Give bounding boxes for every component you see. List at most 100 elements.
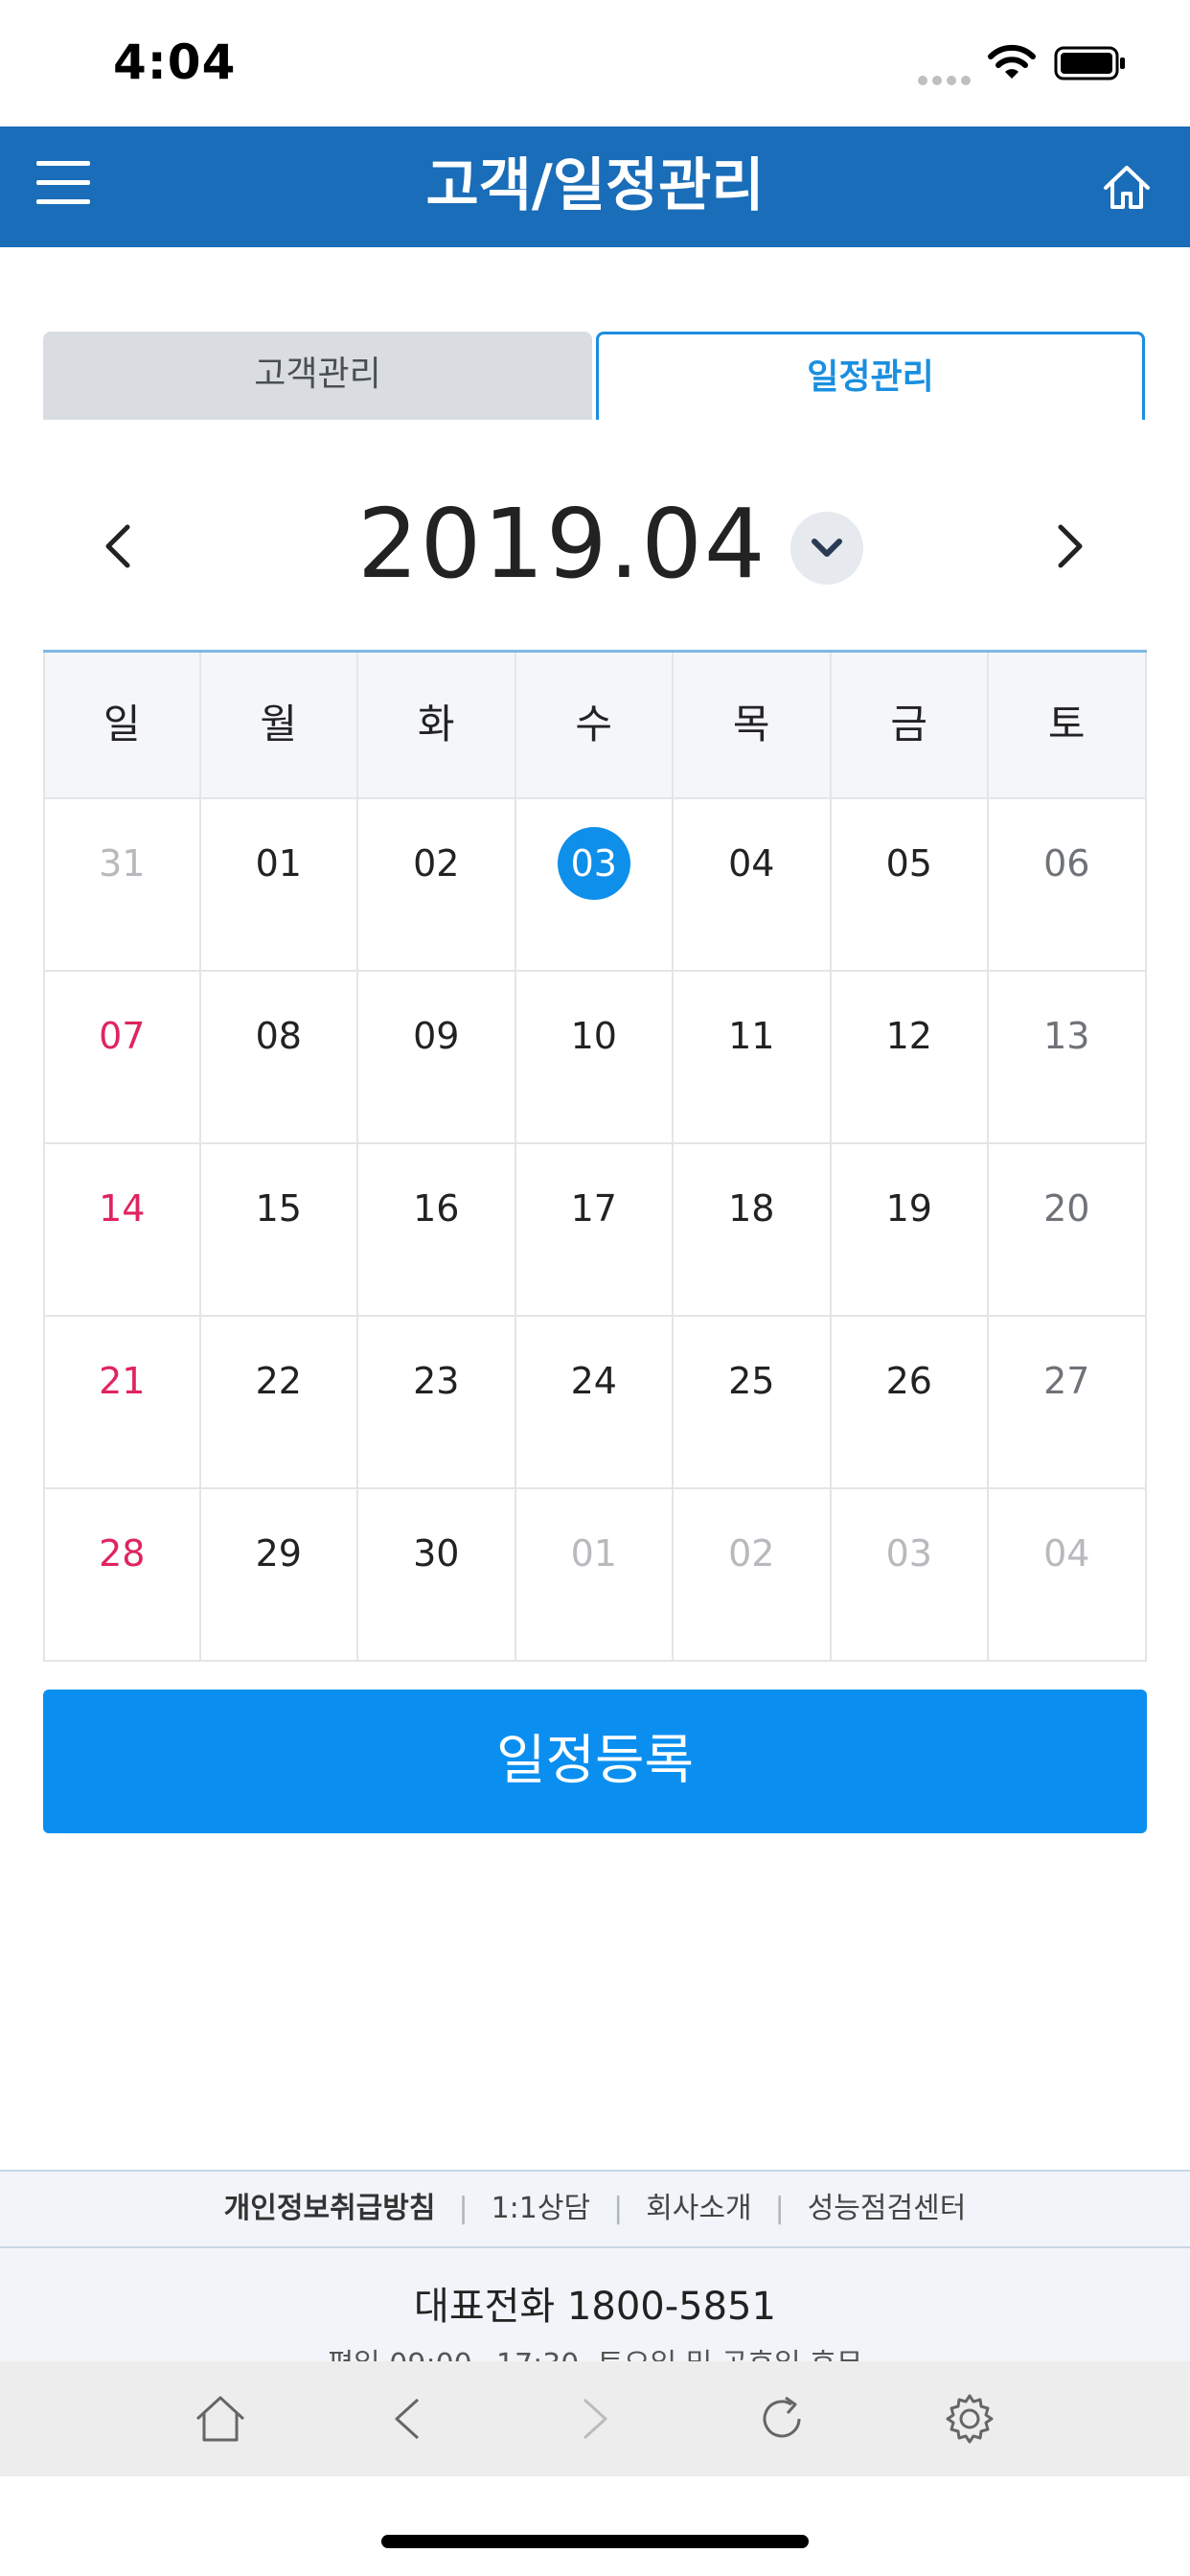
month-navigation: 2019.04: [43, 479, 1145, 613]
calendar-day-cell[interactable]: 25: [674, 1317, 832, 1489]
day-number: 22: [255, 1360, 302, 1402]
day-number: 10: [570, 1015, 617, 1057]
prev-month-chevron-left-icon[interactable]: [91, 518, 149, 575]
calendar-day-cell-today[interactable]: 03: [515, 799, 674, 972]
tab-bar: 고객관리 일정관리: [43, 332, 1145, 420]
day-number: 31: [99, 842, 146, 885]
link-separator: |: [613, 2192, 624, 2225]
month-picker-chevron-down-icon[interactable]: [790, 512, 863, 585]
browser-home-icon[interactable]: [192, 2390, 249, 2448]
calendar-day-cell[interactable]: 08: [200, 972, 358, 1144]
calendar-day-cell[interactable]: 12: [831, 972, 989, 1144]
inspection-center-link[interactable]: 성능점검센터: [808, 2192, 967, 2225]
calendar-day-cell[interactable]: 10: [515, 972, 674, 1144]
calendar-day-cell[interactable]: 04: [674, 799, 832, 972]
weekday-mon: 월: [200, 653, 358, 799]
day-number: 19: [885, 1187, 932, 1230]
weekday-wed: 수: [515, 653, 674, 799]
calendar-day-cell[interactable]: 30: [358, 1489, 516, 1662]
wifi-icon: [988, 44, 1036, 79]
calendar-day-cell[interactable]: 06: [989, 799, 1147, 972]
calendar-day-cell[interactable]: 03: [831, 1489, 989, 1662]
browser-reload-icon[interactable]: [753, 2390, 811, 2448]
home-icon[interactable]: [1098, 159, 1156, 217]
calendar-week-row: 28 29 30 01 02 03 04: [43, 1489, 1147, 1662]
calendar-day-cell[interactable]: 17: [515, 1144, 674, 1317]
calendar-grid: 일 월 화 수 목 금 토 31 01 02 03 04 05 06 07 08…: [43, 650, 1147, 1662]
calendar-day-cell[interactable]: 29: [200, 1489, 358, 1662]
link-separator: |: [458, 2192, 469, 2225]
calendar-day-cell[interactable]: 19: [831, 1144, 989, 1317]
battery-icon: [1054, 46, 1125, 80]
day-number: 03: [885, 1532, 932, 1575]
home-indicator[interactable]: [381, 2535, 809, 2548]
calendar-day-cell[interactable]: 21: [43, 1317, 201, 1489]
cellular-signal-icon: [918, 71, 975, 89]
day-number: 02: [413, 842, 460, 885]
weekday-header-row: 일 월 화 수 목 금 토: [43, 653, 1147, 799]
browser-settings-gear-icon[interactable]: [941, 2390, 998, 2448]
day-number: 23: [413, 1360, 460, 1402]
calendar-day-cell[interactable]: 14: [43, 1144, 201, 1317]
day-number: 05: [885, 842, 932, 885]
status-time: 4:04: [113, 34, 237, 90]
day-number: 17: [570, 1187, 617, 1230]
calendar-day-cell[interactable]: 23: [358, 1317, 516, 1489]
calendar-day-cell[interactable]: 01: [200, 799, 358, 972]
day-number: 16: [413, 1187, 460, 1230]
day-number: 02: [728, 1532, 775, 1575]
consultation-link[interactable]: 1:1상담: [492, 2192, 590, 2225]
calendar-day-cell[interactable]: 13: [989, 972, 1147, 1144]
calendar-week-row: 31 01 02 03 04 05 06: [43, 799, 1147, 972]
day-number: 09: [413, 1015, 460, 1057]
calendar-day-cell[interactable]: 28: [43, 1489, 201, 1662]
weekday-sat: 토: [989, 653, 1147, 799]
calendar-day-cell[interactable]: 11: [674, 972, 832, 1144]
browser-forward-icon[interactable]: [565, 2390, 623, 2448]
status-bar: 4:04: [0, 0, 1190, 126]
calendar-week-row: 14 15 16 17 18 19 20: [43, 1144, 1147, 1317]
day-number: 07: [99, 1015, 146, 1057]
tab-schedule-management[interactable]: 일정관리: [596, 332, 1145, 420]
day-number: 26: [885, 1360, 932, 1402]
month-label: 2019.04: [357, 488, 767, 600]
calendar-day-cell[interactable]: 24: [515, 1317, 674, 1489]
day-number: 20: [1043, 1187, 1090, 1230]
day-number: 13: [1043, 1015, 1090, 1057]
calendar-day-cell[interactable]: 07: [43, 972, 201, 1144]
footer-links: 개인정보취급방침 | 1:1상담 | 회사소개 | 성능점검센터: [0, 2170, 1190, 2248]
calendar-day-cell[interactable]: 18: [674, 1144, 832, 1317]
page-title: 고객/일정관리: [425, 152, 765, 219]
company-intro-link[interactable]: 회사소개: [646, 2192, 751, 2225]
today-marker: 03: [557, 827, 630, 900]
weekday-tue: 화: [358, 653, 516, 799]
calendar-day-cell[interactable]: 04: [989, 1489, 1147, 1662]
calendar-day-cell[interactable]: 09: [358, 972, 516, 1144]
calendar-day-cell[interactable]: 02: [674, 1489, 832, 1662]
tab-customer-management[interactable]: 고객관리: [43, 332, 592, 420]
register-schedule-button[interactable]: 일정등록: [43, 1690, 1147, 1833]
calendar-day-cell[interactable]: 22: [200, 1317, 358, 1489]
day-number: 27: [1043, 1360, 1090, 1402]
calendar-day-cell[interactable]: 16: [358, 1144, 516, 1317]
day-number: 14: [99, 1187, 146, 1230]
day-number: 04: [728, 842, 775, 885]
browser-back-icon[interactable]: [379, 2390, 437, 2448]
day-number: 01: [570, 1532, 617, 1575]
day-number: 24: [570, 1360, 617, 1402]
calendar-day-cell[interactable]: 20: [989, 1144, 1147, 1317]
day-number: 21: [99, 1360, 146, 1402]
calendar-day-cell[interactable]: 27: [989, 1317, 1147, 1489]
calendar-week-row: 21 22 23 24 25 26 27: [43, 1317, 1147, 1489]
calendar-day-cell[interactable]: 05: [831, 799, 989, 972]
next-month-chevron-right-icon[interactable]: [1040, 518, 1097, 575]
footer-info: 대표전화 1800-5851 평일 09:00~17:30, 토요일 및 공휴일…: [0, 2248, 1190, 2363]
calendar-day-cell[interactable]: 02: [358, 799, 516, 972]
calendar-day-cell[interactable]: 15: [200, 1144, 358, 1317]
calendar-day-cell[interactable]: 01: [515, 1489, 674, 1662]
day-number: 18: [728, 1187, 775, 1230]
calendar-day-cell[interactable]: 26: [831, 1317, 989, 1489]
privacy-policy-link[interactable]: 개인정보취급방침: [224, 2192, 436, 2225]
day-number: 29: [255, 1532, 302, 1575]
calendar-day-cell[interactable]: 31: [43, 799, 201, 972]
